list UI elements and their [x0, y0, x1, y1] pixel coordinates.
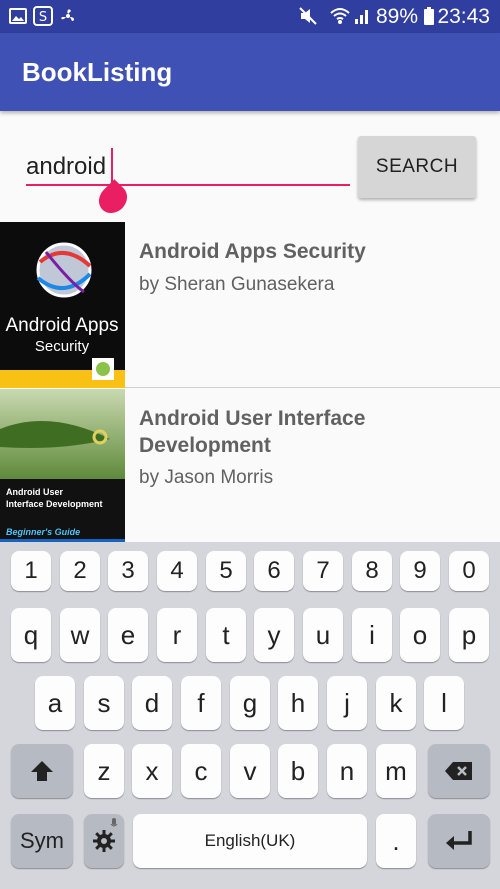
sym-key[interactable]: Sym — [11, 814, 73, 868]
book-title: Android Apps Security — [139, 240, 366, 263]
key-g[interactable]: g — [230, 676, 270, 730]
key-a[interactable]: a — [35, 676, 75, 730]
key-z[interactable]: z — [84, 744, 124, 798]
key-v[interactable]: v — [230, 744, 270, 798]
shift-key[interactable] — [11, 744, 73, 798]
gallery-icon — [9, 8, 27, 24]
key-k[interactable]: k — [376, 676, 416, 730]
key-5[interactable]: 5 — [206, 551, 246, 591]
book-author: by Sheran Gunasekera — [139, 274, 335, 295]
key-j[interactable]: j — [327, 676, 367, 730]
signal-icon — [355, 10, 368, 24]
soft-keyboard: 1 2 3 4 5 6 7 8 9 0 q w e r t y u i o p … — [0, 542, 500, 889]
key-n[interactable]: n — [327, 744, 367, 798]
text-cursor — [111, 148, 113, 184]
app-bar: BookListing — [0, 33, 500, 111]
key-t[interactable]: t — [206, 608, 246, 662]
cover-badge: Beginner's Guide — [6, 527, 80, 537]
wifi-icon — [330, 8, 350, 24]
key-e[interactable]: e — [108, 608, 148, 662]
search-underline — [26, 184, 350, 186]
gear-icon — [93, 830, 115, 852]
key-d[interactable]: d — [132, 676, 172, 730]
book-list-item[interactable]: Android User Interface Development Begin… — [0, 389, 500, 555]
key-7[interactable]: 7 — [303, 551, 343, 591]
enter-icon — [446, 831, 472, 850]
battery-icon — [424, 7, 434, 25]
key-o[interactable]: o — [400, 608, 440, 662]
app-title: BookListing — [22, 57, 173, 87]
search-input[interactable] — [26, 148, 350, 186]
key-9[interactable]: 9 — [400, 551, 440, 591]
cover-title-line1: Android Apps — [5, 315, 118, 336]
book-cover-image: Android Apps Security — [0, 222, 125, 388]
fan-icon — [61, 9, 75, 21]
key-u[interactable]: u — [303, 608, 343, 662]
mute-icon — [299, 7, 317, 25]
key-6[interactable]: 6 — [254, 551, 294, 591]
key-h[interactable]: h — [278, 676, 318, 730]
cover-title-line1: Android User — [6, 487, 64, 497]
key-w[interactable]: w — [60, 608, 100, 662]
key-q[interactable]: q — [11, 608, 51, 662]
book-title: Android User Interface Development — [139, 407, 366, 457]
svg-text:S: S — [39, 10, 47, 25]
key-l[interactable]: l — [424, 676, 464, 730]
key-0[interactable]: 0 — [449, 551, 489, 591]
search-button[interactable]: SEARCH — [358, 136, 476, 198]
backspace-key[interactable] — [428, 744, 490, 798]
enter-key[interactable] — [428, 814, 490, 868]
key-4[interactable]: 4 — [157, 551, 197, 591]
key-3[interactable]: 3 — [108, 551, 148, 591]
key-p[interactable]: p — [449, 608, 489, 662]
clock: 23:43 — [437, 5, 490, 28]
book-list-item[interactable]: Android Apps Security Android Apps Secur… — [0, 222, 500, 388]
book-author: by Jason Morris — [139, 467, 274, 488]
key-b[interactable]: b — [278, 744, 318, 798]
key-2[interactable]: 2 — [60, 551, 100, 591]
key-y[interactable]: y — [254, 608, 294, 662]
key-8[interactable]: 8 — [352, 551, 392, 591]
cover-title-line2: Security — [35, 338, 90, 355]
shift-icon — [31, 761, 53, 781]
book-cover-image: Android User Interface Development Begin… — [0, 389, 125, 555]
key-c[interactable]: c — [181, 744, 221, 798]
settings-key[interactable] — [84, 814, 124, 868]
microphone-icon — [110, 818, 118, 827]
period-key[interactable]: . — [376, 814, 416, 868]
key-s[interactable]: s — [84, 676, 124, 730]
key-1[interactable]: 1 — [11, 551, 51, 591]
cover-title-line2: Interface Development — [6, 499, 103, 509]
key-i[interactable]: i — [352, 608, 392, 662]
key-x[interactable]: x — [132, 744, 172, 798]
battery-percent: 89% — [375, 5, 418, 28]
backspace-icon — [445, 762, 472, 780]
key-m[interactable]: m — [376, 744, 416, 798]
space-key[interactable]: English(UK) — [133, 814, 367, 868]
key-r[interactable]: r — [157, 608, 197, 662]
shazam-icon: S — [33, 6, 53, 26]
status-bar: S 89% 23:43 — [0, 0, 500, 33]
key-f[interactable]: f — [181, 676, 221, 730]
